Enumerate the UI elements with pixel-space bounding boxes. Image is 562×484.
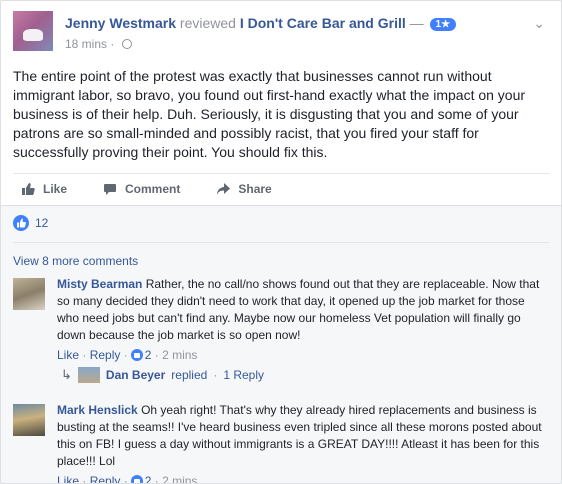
like-reaction-icon xyxy=(130,475,143,483)
comment-text-block: Mark Henslick Oh yeah right! That's why … xyxy=(57,402,549,470)
divider xyxy=(13,242,549,243)
reaction-summary[interactable]: 12 xyxy=(13,215,48,231)
meta-dot: · xyxy=(110,37,115,51)
reply-arrow-icon: ↳ xyxy=(61,367,72,382)
share-icon xyxy=(217,182,231,195)
comment-icon xyxy=(104,183,117,195)
replier-name[interactable]: Dan Beyer xyxy=(106,368,165,382)
comment-reply-link[interactable]: Reply xyxy=(90,348,121,362)
comment-like-count[interactable]: 2 xyxy=(145,474,152,483)
globe-icon xyxy=(121,39,132,49)
commenter-avatar[interactable] xyxy=(13,404,45,436)
thumbs-up-icon xyxy=(22,182,35,195)
headline-dash: — xyxy=(409,15,424,31)
comment-timestamp[interactable]: 2 mins xyxy=(162,348,197,362)
like-reaction-icon xyxy=(13,215,29,231)
share-label: Share xyxy=(238,181,272,196)
post-action-bar: Like Comment Share xyxy=(13,173,549,203)
comment-timestamp[interactable]: 2 mins xyxy=(162,474,197,483)
meta-dot: · xyxy=(213,368,218,382)
review-verb: reviewed xyxy=(179,15,236,31)
reaction-count[interactable]: 12 xyxy=(35,216,48,230)
comment-like-link[interactable]: Like xyxy=(57,348,79,362)
chevron-down-icon[interactable]: ⌄ xyxy=(533,15,545,32)
post-body-text: The entire point of the protest was exac… xyxy=(13,68,526,160)
like-button[interactable]: Like xyxy=(21,182,67,196)
commenter-name-link[interactable]: Mark Henslick xyxy=(57,403,138,417)
replied-verb: replied xyxy=(171,368,208,382)
commenter-name-link[interactable]: Misty Bearman xyxy=(57,277,142,291)
post-timestamp[interactable]: 18 mins xyxy=(65,37,107,51)
like-label: Like xyxy=(43,181,68,196)
comment-label: Comment xyxy=(125,181,181,196)
comment-like-link[interactable]: Like xyxy=(57,474,79,483)
replier-avatar xyxy=(77,367,100,383)
comment-reply-link[interactable]: Reply xyxy=(90,474,121,483)
comment-body: Mark Henslick Oh yeah right! That's why … xyxy=(57,402,549,483)
commenter-avatar[interactable] xyxy=(13,278,45,310)
comment-button[interactable]: Comment xyxy=(103,182,180,196)
comment-text-block: Misty Bearman Rather, the no call/no sho… xyxy=(57,276,549,344)
comment-like-count[interactable]: 2 xyxy=(145,348,152,362)
view-more-comments-link[interactable]: View 8 more comments xyxy=(13,254,138,268)
comment-meta: Like · Reply · 2 · 2 mins xyxy=(57,348,198,362)
share-button[interactable]: Share xyxy=(216,181,272,196)
reply-count-link[interactable]: 1 Reply xyxy=(223,368,264,382)
post-headline: Jenny Westmark reviewed I Don't Care Bar… xyxy=(65,15,457,31)
replies-summary[interactable]: ↳ Dan Beyer replied · 1 Reply xyxy=(61,367,264,383)
post-meta: 18 mins · xyxy=(65,37,132,51)
comment-meta: Like · Reply · 2 · 2 mins xyxy=(57,473,549,483)
author-avatar[interactable] xyxy=(13,11,53,51)
comment-body: Misty Bearman Rather, the no call/no sho… xyxy=(57,276,549,364)
review-post-card: Jenny Westmark reviewed I Don't Care Bar… xyxy=(0,0,562,484)
page-name-link[interactable]: I Don't Care Bar and Grill xyxy=(240,15,406,31)
like-reaction-icon xyxy=(130,349,143,361)
post-header: Jenny Westmark reviewed I Don't Care Bar… xyxy=(13,11,549,59)
author-name-link[interactable]: Jenny Westmark xyxy=(65,15,176,31)
rating-badge: 1★ xyxy=(429,18,457,31)
comments-section: 12 View 8 more comments Misty Bearman Ra… xyxy=(1,205,561,483)
